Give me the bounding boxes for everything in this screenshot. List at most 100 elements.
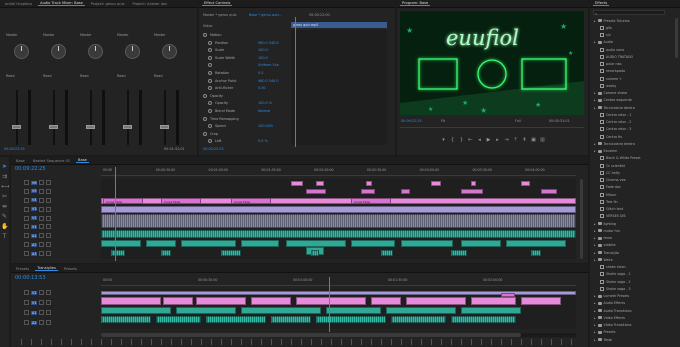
sync-toggle-icon[interactable]: [46, 233, 52, 239]
effects-preset-item[interactable]: AUDIO TRATADO: [600, 53, 674, 60]
chevron-right-icon[interactable]: ▸: [594, 19, 596, 23]
timeline-clip[interactable]: Cross Fade: [231, 198, 271, 204]
effects-preset-item[interactable]: volume +: [600, 75, 674, 82]
lock-toggle-icon[interactable]: [24, 197, 29, 203]
ec-property-value[interactable]: 100.00%: [258, 124, 273, 128]
chevron-right-icon[interactable]: ▸: [594, 222, 596, 226]
timeline-clip[interactable]: [391, 316, 446, 323]
timeline-clip[interactable]: [316, 316, 386, 323]
stopwatch-icon[interactable]: [203, 93, 207, 98]
strip-automation[interactable]: Read: [154, 74, 163, 78]
bottom-playhead[interactable]: [329, 277, 330, 332]
effects-folder[interactable]: ▸ Centeo esquerda: [594, 97, 674, 104]
eye-toggle-icon[interactable]: [39, 242, 45, 248]
eye-toggle-icon[interactable]: [39, 180, 45, 185]
hscroll-thumb[interactable]: [101, 333, 521, 337]
timeline-clip[interactable]: [451, 250, 467, 256]
tab-project-anexer[interactable]: Project: Anexer doc: [130, 2, 169, 6]
effects-preset-item[interactable]: wacky: [600, 82, 674, 89]
bottom-timeline-clips[interactable]: [101, 289, 576, 329]
chevron-right-icon[interactable]: ▸: [594, 309, 596, 313]
sync-toggle-icon[interactable]: [46, 242, 52, 248]
effects-preset-item[interactable]: reverbpada: [600, 68, 674, 75]
pan-knob[interactable]: [88, 44, 103, 59]
effects-folder[interactable]: ▸ Escalem: [594, 148, 674, 155]
effects-folder[interactable]: ▸ Video Transitions: [594, 322, 674, 329]
stopwatch-icon[interactable]: [208, 55, 212, 60]
timeline-clip[interactable]: [101, 230, 576, 238]
track-header[interactable]: V3: [21, 206, 78, 213]
track-name[interactable]: A2: [31, 320, 38, 325]
selection-icon[interactable]: ➤: [1, 163, 8, 170]
strip-automation[interactable]: Read: [80, 74, 89, 78]
timeline-clip[interactable]: [431, 181, 441, 186]
track-header[interactable]: A1: [21, 309, 78, 316]
ec-property-value[interactable]: 100.0: [258, 48, 268, 52]
razor-icon[interactable]: ✂: [1, 193, 8, 200]
effects-folder[interactable]: ▸ lighting: [594, 220, 674, 227]
timeline-clip[interactable]: [351, 240, 395, 247]
timeline-clip[interactable]: [101, 316, 151, 323]
effects-preset-item[interactable]: Centro rotor - 2: [600, 119, 674, 126]
strip-automation[interactable]: Read: [43, 74, 52, 78]
eye-toggle-icon[interactable]: [39, 224, 45, 230]
effects-folder[interactable]: ▸ Lumetri Presets: [594, 293, 674, 300]
chevron-right-icon[interactable]: ▸: [594, 229, 596, 233]
effects-folder[interactable]: ▸ Camera shake: [594, 90, 674, 97]
stopwatch-icon[interactable]: [208, 40, 212, 45]
chevron-right-icon[interactable]: ▸: [594, 338, 596, 342]
timeline-clip[interactable]: [461, 189, 483, 194]
step-back-icon[interactable]: ◂: [477, 137, 483, 143]
chevron-right-icon[interactable]: ▸: [594, 236, 596, 240]
bottom-timeline-timecode[interactable]: 00:00:13:53: [15, 275, 46, 281]
timeline-clip[interactable]: [251, 297, 291, 305]
ec-property-value[interactable]: 0.00: [258, 86, 266, 90]
effects-preset-item[interactable]: CC helty: [600, 169, 674, 176]
effects-folder[interactable]: ▸ Tecnicolaria dentro: [594, 104, 674, 111]
chevron-right-icon[interactable]: ▸: [594, 98, 596, 102]
track-name[interactable]: V1: [31, 224, 38, 229]
eye-toggle-icon[interactable]: [39, 215, 45, 221]
timeline-clip[interactable]: [381, 250, 393, 256]
effects-preset-item[interactable]: Centro fix: [600, 133, 674, 140]
ec-keyframe-area[interactable]: [291, 30, 387, 145]
effects-preset-item[interactable]: Shake vaga - 2: [600, 278, 674, 285]
timeline-clip[interactable]: [221, 250, 241, 256]
step-forward-icon[interactable]: ▸: [495, 137, 501, 143]
lock-toggle-icon[interactable]: [24, 300, 29, 305]
stopwatch-icon[interactable]: [208, 124, 212, 129]
lock-toggle-icon[interactable]: [24, 290, 29, 295]
effects-folder[interactable]: ▸ mutar fun: [594, 227, 674, 234]
type-icon[interactable]: T: [1, 233, 8, 240]
timeline-clip[interactable]: [361, 189, 375, 194]
timeline-clip[interactable]: [461, 307, 521, 314]
track-header[interactable]: V5: [21, 188, 78, 195]
program-timecode[interactable]: 00:09:22:25: [401, 119, 422, 123]
timeline-clip[interactable]: Cross Fade: [103, 198, 143, 204]
effects-preset-item[interactable]: Tela fin: [600, 198, 674, 205]
stopwatch-icon[interactable]: [208, 71, 212, 75]
stopwatch-icon[interactable]: [203, 116, 207, 121]
track-name[interactable]: A2: [31, 242, 38, 247]
eye-toggle-icon[interactable]: [39, 233, 45, 239]
strip-route[interactable]: Master: [43, 33, 55, 37]
track-name[interactable]: V4: [31, 198, 38, 203]
timeline-clip[interactable]: [366, 181, 372, 186]
pan-knob[interactable]: [51, 44, 66, 59]
in-point-icon[interactable]: {: [450, 137, 456, 143]
ec-property-value[interactable]: 0.0 %: [258, 139, 268, 143]
timeline-clip[interactable]: [506, 240, 566, 247]
volume-fader[interactable]: [123, 125, 132, 129]
ec-property-value[interactable]: Normal: [258, 109, 270, 113]
out-point-icon[interactable]: }: [459, 137, 465, 143]
timeline-clip[interactable]: Cross Fade: [161, 198, 201, 204]
chevron-right-icon[interactable]: ▸: [594, 40, 596, 44]
eye-toggle-icon[interactable]: [39, 197, 45, 203]
effects-folder[interactable]: ▸ Transição: [594, 249, 674, 256]
timeline-clip[interactable]: [531, 250, 541, 256]
chevron-right-icon[interactable]: ▸: [594, 330, 596, 334]
chevron-right-icon[interactable]: ▸: [594, 149, 596, 153]
effects-folder[interactable]: ▸ volalita: [594, 242, 674, 249]
chevron-right-icon[interactable]: ▸: [594, 251, 596, 255]
hand-icon[interactable]: ✋: [1, 223, 8, 230]
